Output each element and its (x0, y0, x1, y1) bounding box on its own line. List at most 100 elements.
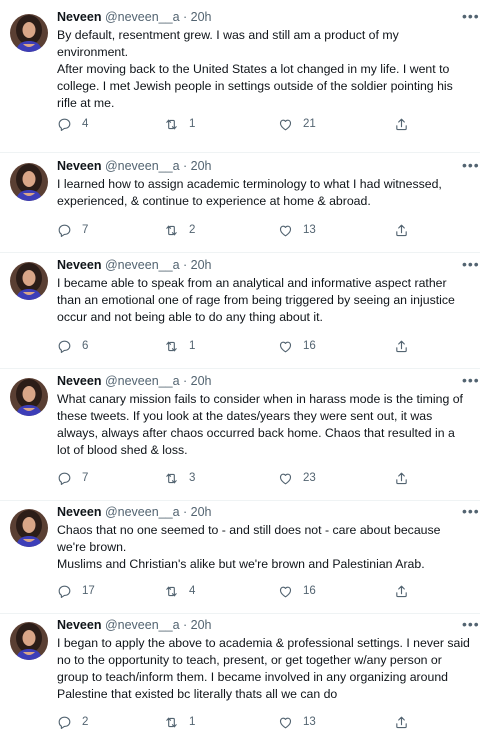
tweet-body: I learned how to assign academic termino… (57, 176, 472, 210)
retweet-count: 1 (189, 716, 196, 728)
more-icon[interactable]: ••• (462, 256, 480, 272)
heart-icon (278, 715, 303, 730)
more-icon[interactable]: ••• (462, 503, 480, 519)
tweet-header: Neveen @neveen__a · 20h (57, 505, 212, 519)
avatar[interactable] (10, 262, 48, 300)
tweet-text-line: What canary mission fails to consider wh… (57, 392, 463, 406)
tweet-text-line: than an emotional one of rage from being… (57, 293, 455, 307)
reply-button[interactable]: 7 (57, 469, 88, 487)
reply-button[interactable]: 4 (57, 115, 88, 133)
retweet-icon (164, 584, 189, 599)
share-button[interactable] (394, 221, 409, 239)
reply-button[interactable]: 2 (57, 713, 88, 731)
avatar[interactable] (10, 622, 48, 660)
handle-and-time[interactable]: @neveen__a · 20h (105, 159, 212, 173)
like-button[interactable]: 13 (278, 713, 316, 731)
heart-icon (278, 339, 303, 354)
more-icon[interactable]: ••• (462, 8, 480, 24)
tweet-header: Neveen @neveen__a · 20h (57, 10, 212, 24)
reply-icon (57, 117, 82, 132)
like-button[interactable]: 16 (278, 582, 316, 600)
heart-icon (278, 117, 303, 132)
share-button[interactable] (394, 713, 409, 731)
tweet-text-line: college. I met Jewish people in settings… (57, 79, 453, 93)
tweet[interactable]: Neveen @neveen__a · 20h ••• I became able … (0, 256, 480, 368)
tweet[interactable]: Neveen @neveen__a · 20h ••• I began to app… (0, 616, 480, 741)
retweet-icon (164, 471, 189, 486)
tweet[interactable]: Neveen @neveen__a · 20h ••• By default, re… (0, 8, 480, 152)
retweet-button[interactable]: 2 (164, 221, 195, 239)
retweet-button[interactable]: 1 (164, 115, 195, 133)
retweet-icon (164, 117, 189, 132)
display-name[interactable]: Neveen (57, 159, 101, 173)
reply-icon (57, 223, 82, 238)
avatar[interactable] (10, 14, 48, 52)
share-button[interactable] (394, 582, 409, 600)
handle-and-time[interactable]: @neveen__a · 20h (105, 618, 212, 632)
tweet-text-line: experienced, & continue to experience at… (57, 194, 371, 208)
display-name[interactable]: Neveen (57, 618, 101, 632)
like-button[interactable]: 16 (278, 337, 316, 355)
retweet-icon (164, 715, 189, 730)
reply-count: 7 (82, 472, 89, 484)
display-name[interactable]: Neveen (57, 374, 101, 388)
tweet-text-line: these tweets. If you look at the dates/y… (57, 409, 433, 423)
like-button[interactable]: 23 (278, 469, 316, 487)
reply-icon (57, 584, 82, 599)
more-icon[interactable]: ••• (462, 372, 480, 388)
handle-and-time[interactable]: @neveen__a · 20h (105, 10, 212, 24)
like-count: 16 (303, 585, 316, 597)
share-button[interactable] (394, 469, 409, 487)
reply-button[interactable]: 17 (57, 582, 95, 600)
handle-and-time[interactable]: @neveen__a · 20h (105, 374, 212, 388)
tweet[interactable]: Neveen @neveen__a · 20h ••• Chaos that no … (0, 503, 480, 613)
like-button[interactable]: 13 (278, 221, 316, 239)
tweet-divider (0, 152, 480, 153)
tweet-text-line: rifle at me. (57, 96, 115, 110)
reply-button[interactable]: 6 (57, 337, 88, 355)
like-count: 13 (303, 716, 316, 728)
share-icon (394, 584, 409, 599)
tweet-actions: 4 1 21 (57, 115, 417, 133)
tweet-text-line: I began to apply the above to academia &… (57, 636, 470, 650)
more-icon[interactable]: ••• (462, 616, 480, 632)
tweet-text-line: group to teach/inform them. I became inv… (57, 670, 448, 684)
avatar[interactable] (10, 163, 48, 201)
tweet[interactable]: Neveen @neveen__a · 20h ••• What canary mi… (0, 372, 480, 500)
tweet[interactable]: Neveen @neveen__a · 20h ••• I learned how … (0, 157, 480, 252)
like-count: 13 (303, 224, 316, 236)
display-name[interactable]: Neveen (57, 10, 101, 24)
handle-and-time[interactable]: @neveen__a · 20h (105, 505, 212, 519)
retweet-icon (164, 223, 189, 238)
retweet-button[interactable]: 4 (164, 582, 195, 600)
tweet-text-line: After moving back to the United States a… (57, 62, 450, 76)
like-button[interactable]: 21 (278, 115, 316, 133)
reply-count: 6 (82, 340, 89, 352)
retweet-button[interactable]: 1 (164, 337, 195, 355)
tweet-divider (0, 252, 480, 253)
display-name[interactable]: Neveen (57, 505, 101, 519)
tweet-divider (0, 613, 480, 614)
tweet-text-line: Palestine that existed bc literally that… (57, 687, 338, 701)
like-count: 21 (303, 118, 316, 130)
avatar[interactable] (10, 378, 48, 416)
tweet-header: Neveen @neveen__a · 20h (57, 258, 212, 272)
retweet-count: 1 (189, 118, 196, 130)
share-button[interactable] (394, 337, 409, 355)
tweet-actions: 7 3 23 (57, 469, 417, 487)
more-icon[interactable]: ••• (462, 157, 480, 173)
tweet-text-line: By default, resentment grew. I was and s… (57, 28, 399, 42)
tweet-actions: 2 1 13 (57, 713, 417, 731)
reply-button[interactable]: 7 (57, 221, 88, 239)
retweet-button[interactable]: 3 (164, 469, 195, 487)
share-button[interactable] (394, 115, 409, 133)
display-name[interactable]: Neveen (57, 258, 101, 272)
tweet-text-line: Chaos that no one seemed to - and still … (57, 523, 441, 537)
tweet-divider (0, 500, 480, 501)
handle-and-time[interactable]: @neveen__a · 20h (105, 258, 212, 272)
reply-icon (57, 715, 82, 730)
avatar[interactable] (10, 509, 48, 547)
retweet-button[interactable]: 1 (164, 713, 195, 731)
heart-icon (278, 584, 303, 599)
share-icon (394, 223, 409, 238)
